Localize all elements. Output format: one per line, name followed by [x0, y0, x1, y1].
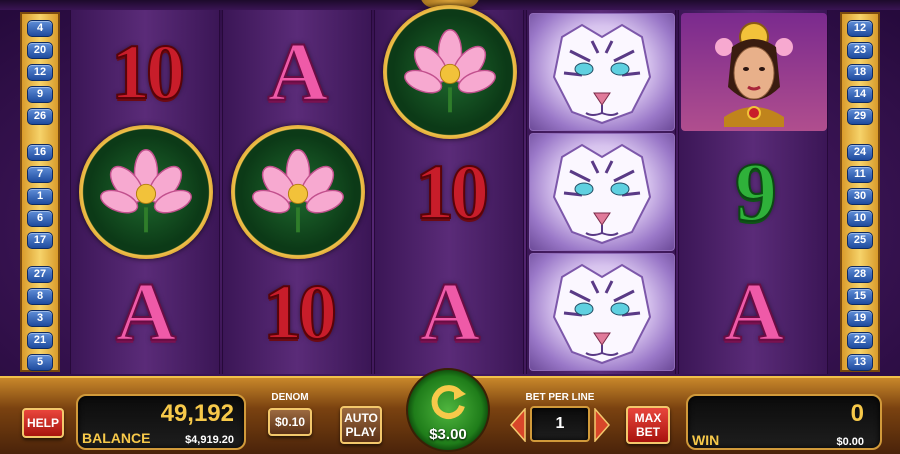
payline-badge[interactable]: 23: [847, 42, 873, 59]
reel-1: 10 A: [70, 10, 220, 374]
max-bet-label-line1: MAX: [634, 411, 662, 425]
lotus-symbol-icon: [79, 125, 213, 259]
payline-badge[interactable]: 20: [27, 42, 53, 59]
white-tiger-symbol-icon: [529, 13, 675, 131]
payline-badge[interactable]: 11: [847, 166, 873, 183]
win-label: WIN: [692, 432, 720, 448]
ace-symbol: A: [419, 265, 482, 360]
payline-badge[interactable]: 21: [27, 332, 53, 349]
reel-symbol: A: [71, 252, 221, 372]
help-button[interactable]: HELP: [22, 408, 64, 438]
payline-badge[interactable]: 12: [27, 64, 53, 81]
reel-grid: 10 A A 10 10 A 9 A: [68, 5, 832, 374]
payline-badge[interactable]: 10: [847, 210, 873, 227]
win-credits: 0: [850, 400, 864, 427]
payline-badge[interactable]: 27: [27, 266, 53, 283]
reel-symbol: [527, 252, 677, 372]
payline-badge[interactable]: 8: [27, 288, 53, 305]
spin-button[interactable]: $3.00: [406, 368, 490, 452]
princess-symbol-icon: [681, 13, 827, 131]
reel-symbol: [679, 12, 829, 132]
slot-machine: 4 20 12 9 26 16 7 1 6 17 27 8 3 21 5 12 …: [0, 0, 900, 454]
spin-amount: $3.00: [429, 426, 467, 443]
payline-badge[interactable]: 9: [27, 86, 53, 103]
payline-badge[interactable]: 5: [27, 354, 53, 371]
payline-badge[interactable]: 28: [847, 266, 873, 283]
nine-symbol: 9: [734, 145, 778, 240]
payline-badge[interactable]: 17: [27, 232, 53, 249]
reel-symbol: [527, 12, 677, 132]
reel-4: [526, 10, 676, 374]
left-payline-column: 4 20 12 9 26 16 7 1 6 17 27 8 3 21 5: [20, 12, 60, 372]
auto-play-label-line1: AUTO: [344, 411, 378, 425]
reel-symbol: [223, 125, 373, 259]
payline-badge[interactable]: 22: [847, 332, 873, 349]
ten-symbol: 10: [414, 147, 490, 236]
payline-badge[interactable]: 29: [847, 108, 873, 125]
balance-money: $4,919.20: [185, 434, 234, 446]
payline-badge[interactable]: 15: [847, 288, 873, 305]
balance-credits: 49,192: [160, 400, 234, 427]
triangle-right-icon[interactable]: [594, 408, 610, 442]
payline-badge[interactable]: 25: [847, 232, 873, 249]
reel-symbol: [375, 5, 525, 139]
payline-badge[interactable]: 24: [847, 144, 873, 161]
win-money: $0.00: [836, 436, 864, 448]
reel-3: 10 A: [374, 5, 525, 374]
payline-badge[interactable]: 1: [27, 188, 53, 205]
reel-symbol: 9: [679, 132, 829, 252]
payline-badge[interactable]: 16: [27, 144, 53, 161]
reel-symbol: [71, 125, 221, 259]
payline-badge[interactable]: 3: [27, 310, 53, 327]
reel-symbol: A: [223, 12, 373, 132]
reel-symbol: 10: [71, 12, 221, 132]
lotus-symbol-icon: [231, 125, 365, 259]
payline-badge[interactable]: 6: [27, 210, 53, 227]
auto-play-button[interactable]: AUTO PLAY: [340, 406, 382, 444]
ace-symbol: A: [267, 25, 330, 120]
payline-badge[interactable]: 13: [847, 354, 873, 371]
balance-label: BALANCE: [82, 430, 151, 446]
payline-badge[interactable]: 4: [27, 20, 53, 37]
payline-badge[interactable]: 7: [27, 166, 53, 183]
win-panel: 0 WIN $0.00: [686, 394, 882, 450]
right-payline-column: 12 23 18 14 29 24 11 30 10 25 28 15 19 2…: [840, 12, 880, 372]
denom-label: DENOM: [271, 392, 309, 403]
ace-symbol: A: [115, 265, 178, 360]
reel-symbol: [527, 132, 677, 252]
bet-per-line-label: BET PER LINE: [525, 392, 595, 403]
payline-badge[interactable]: 12: [847, 20, 873, 37]
auto-play-label-line2: PLAY: [345, 425, 377, 439]
circular-arrow-icon: [431, 385, 466, 420]
ten-symbol: 10: [262, 267, 338, 356]
reel-2: A 10: [222, 10, 372, 374]
reel-symbol: 10: [223, 252, 373, 372]
payline-badge[interactable]: 18: [847, 64, 873, 81]
ten-symbol: 10: [110, 27, 186, 116]
reel-symbol: 10: [375, 132, 525, 252]
payline-badge[interactable]: 19: [847, 310, 873, 327]
payline-badge[interactable]: 30: [847, 188, 873, 205]
reel-symbol: A: [679, 252, 829, 372]
payline-badge[interactable]: 14: [847, 86, 873, 103]
reel-symbol: A: [375, 252, 525, 372]
reel-5: 9 A: [678, 10, 828, 374]
balance-panel: 49,192 BALANCE $4,919.20: [76, 394, 246, 450]
max-bet-button[interactable]: MAX BET: [626, 406, 670, 444]
max-bet-label-line2: BET: [636, 425, 660, 439]
denom-button[interactable]: $0.10: [268, 408, 312, 436]
white-tiger-symbol-icon: [529, 253, 675, 371]
payline-badge[interactable]: 26: [27, 108, 53, 125]
white-tiger-symbol-icon: [529, 133, 675, 251]
lotus-symbol-icon: [383, 5, 517, 139]
ace-symbol: A: [723, 265, 786, 360]
triangle-left-icon[interactable]: [510, 408, 526, 442]
bet-per-line-value: 1: [530, 406, 590, 442]
